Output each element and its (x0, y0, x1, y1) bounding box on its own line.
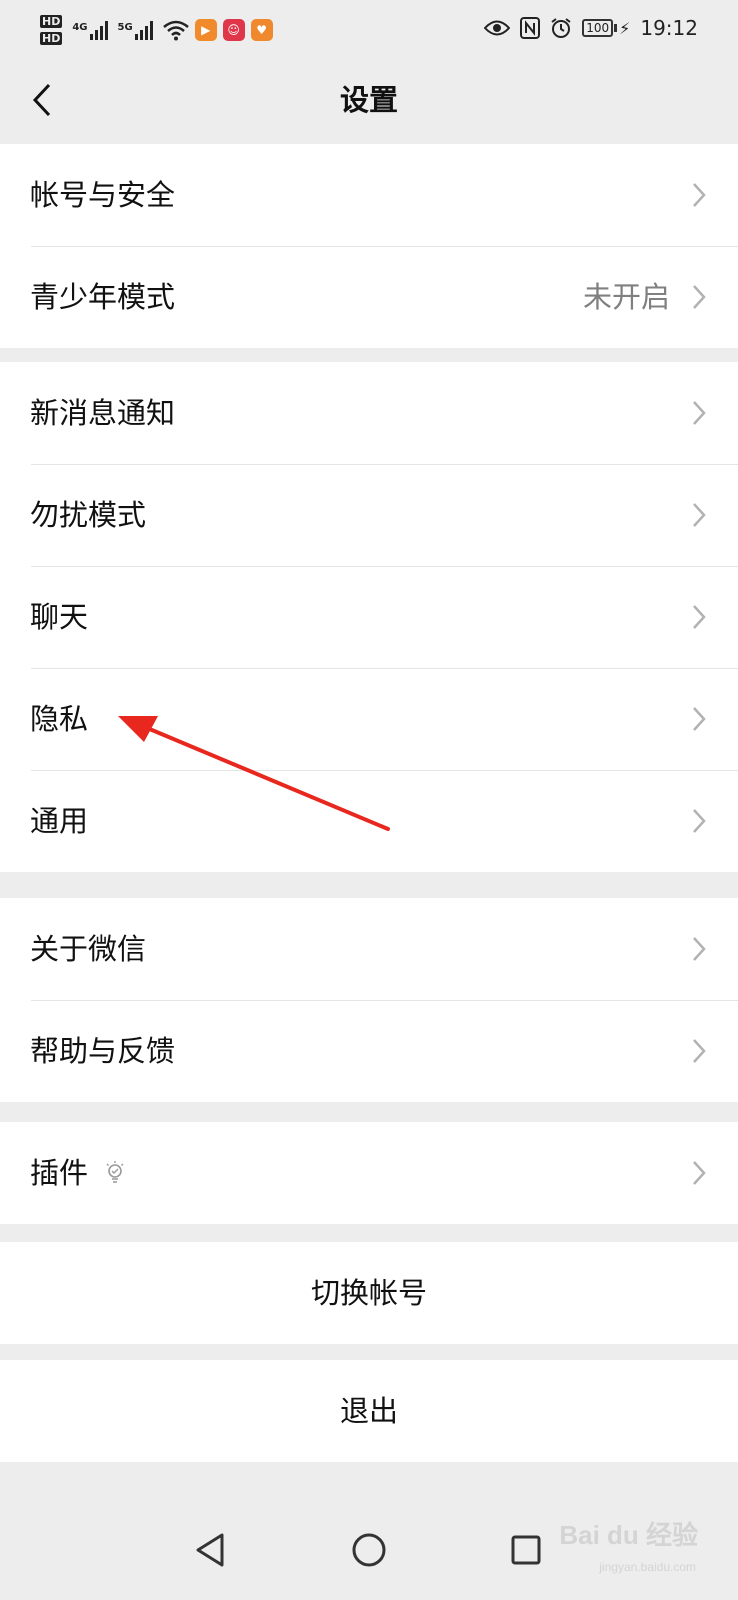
settings-item-label: 帮助与反馈 (30, 1034, 176, 1068)
baidu-watermark: Bai du 经验 (559, 1508, 698, 1558)
network-type-2: 5G (117, 22, 133, 33)
status-bar: HD HD 4G 5G ▶ ☺ ♥ 100 ⚡ 19:12 (0, 0, 738, 56)
system-home-button[interactable] (339, 1520, 399, 1580)
signal-2: 5G (118, 20, 153, 40)
status-left: HD HD 4G 5G ▶ ☺ ♥ (40, 10, 273, 50)
chevron-right-icon (693, 285, 706, 309)
clock-time: 19:12 (640, 16, 698, 40)
hd-badge-2: HD (40, 32, 63, 45)
red-app-icon: ☺ (222, 19, 245, 41)
chevron-right-icon (693, 809, 706, 833)
alarm-icon (551, 18, 571, 38)
settings-item-plugins[interactable]: 插件 (0, 1122, 738, 1224)
watermark-brand: Bai du 经验 (559, 1519, 698, 1550)
settings-item-account-security[interactable]: 帐号与安全 (0, 144, 738, 246)
signal-bars-icon (134, 20, 153, 40)
settings-item-general[interactable]: 通用 (0, 770, 738, 872)
lightbulb-icon (106, 1161, 124, 1183)
teen-mode-status: 未开启 (582, 280, 670, 314)
logout-button[interactable]: 退出 (0, 1360, 738, 1462)
settings-item-label: 聊天 (30, 600, 89, 634)
charging-icon: ⚡ (619, 18, 631, 38)
settings-item-teen-mode[interactable]: 青少年模式 未开启 (0, 246, 738, 348)
settings-item-about-wechat[interactable]: 关于微信 (0, 898, 738, 1000)
settings-item-help-feedback[interactable]: 帮助与反馈 (0, 1000, 738, 1102)
settings-group-plugins: 插件 (0, 1122, 738, 1224)
system-recents-button[interactable] (496, 1520, 556, 1580)
battery-level: 100 (582, 19, 614, 37)
settings-item-privacy[interactable]: 隐私 (0, 668, 738, 770)
settings-item-label: 帐号与安全 (30, 178, 176, 212)
chevron-right-icon (693, 937, 706, 961)
nfc-icon (520, 17, 541, 39)
settings-item-do-not-disturb[interactable]: 勿扰模式 (0, 464, 738, 566)
video-app-icon: ▶ (194, 19, 217, 41)
settings-group-general: 新消息通知 勿扰模式 聊天 隐私 通用 (0, 362, 738, 872)
square-recents-icon (511, 1535, 541, 1565)
settings-item-label: 隐私 (30, 702, 89, 736)
settings-group-account: 帐号与安全 青少年模式 未开启 (0, 144, 738, 348)
eye-icon (484, 20, 511, 36)
wifi-icon (162, 20, 189, 41)
settings-item-label: 插件 (30, 1156, 89, 1190)
chevron-right-icon (693, 503, 706, 527)
settings-item-label: 通用 (30, 804, 89, 838)
hd-badge-1: HD (40, 15, 63, 28)
battery-tip (614, 24, 618, 32)
settings-item-label: 勿扰模式 (30, 498, 147, 532)
chevron-right-icon (693, 707, 706, 731)
switch-account-button[interactable]: 切换帐号 (0, 1242, 738, 1344)
chevron-right-icon (693, 401, 706, 425)
network-type-1: 4G (72, 22, 88, 33)
watermark-url: jingyan.baidu.com (599, 1560, 696, 1574)
circle-home-icon (352, 1533, 386, 1567)
health-app-icon: ♥ (250, 19, 273, 41)
page-title: 设置 (339, 83, 398, 117)
settings-item-chat[interactable]: 聊天 (0, 566, 738, 668)
hd-indicators: HD HD (40, 15, 63, 45)
settings-item-notifications[interactable]: 新消息通知 (0, 362, 738, 464)
settings-item-label: 关于微信 (30, 932, 147, 966)
system-back-button[interactable] (180, 1520, 240, 1580)
nav-bar: 设置 (0, 56, 738, 144)
chevron-right-icon (693, 605, 706, 629)
chevron-right-icon (693, 1161, 706, 1185)
triangle-back-icon (196, 1533, 224, 1567)
status-right: 100 ⚡ 19:12 (484, 10, 698, 46)
chevron-right-icon (693, 1039, 706, 1063)
chevron-right-icon (693, 183, 706, 207)
settings-item-label: 新消息通知 (30, 396, 176, 430)
settings-item-label: 青少年模式 (30, 280, 176, 314)
battery-icon: 100 ⚡ (582, 19, 630, 38)
signal-1: 4G (72, 20, 108, 40)
settings-group-about: 关于微信 帮助与反馈 (0, 898, 738, 1102)
signal-bars-icon (89, 20, 108, 40)
